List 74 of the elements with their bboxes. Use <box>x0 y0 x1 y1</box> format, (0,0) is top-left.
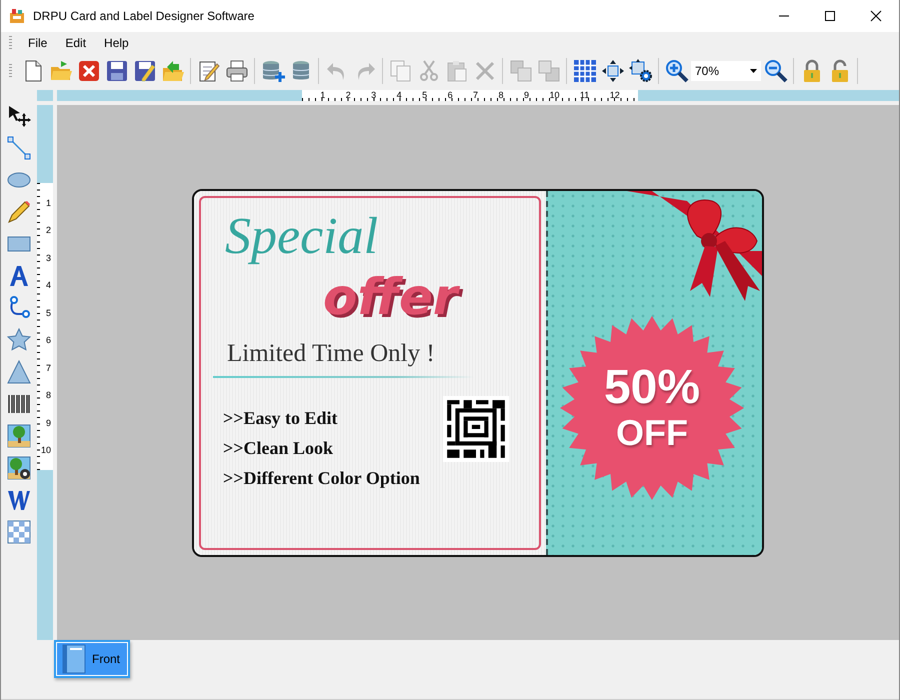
card-headline: Limited Time Only ! <box>227 340 435 368</box>
clipboard-icon <box>444 59 468 83</box>
layers-front-icon <box>508 59 532 83</box>
page-tab[interactable]: Front <box>54 640 130 678</box>
card-title: Special <box>225 206 378 266</box>
image-tool[interactable] <box>5 422 33 449</box>
ruler-number: 8 <box>498 90 504 101</box>
checkerboard-icon <box>7 520 31 544</box>
maximize-icon <box>824 10 836 22</box>
open-folder-icon <box>48 59 72 83</box>
ruler-number: 1 <box>320 90 326 101</box>
ruler-number: 8 <box>46 390 51 400</box>
pencil-tool[interactable] <box>5 198 33 225</box>
ruler-number: 9 <box>46 418 51 428</box>
image-library-tool[interactable] <box>5 454 33 481</box>
triangle-icon <box>7 360 31 384</box>
menu-item[interactable]: Help <box>96 34 137 52</box>
ruler-number: 10 <box>549 90 560 101</box>
close-icon <box>76 59 100 83</box>
ruler-number: 3 <box>371 90 376 101</box>
ruler-number: 5 <box>46 308 51 318</box>
card-subtitle: offer <box>323 268 458 326</box>
floppy-pencil-icon <box>132 59 156 83</box>
database-plus-icon <box>260 59 284 83</box>
ruler-number: 7 <box>46 362 51 373</box>
zoom-out-icon <box>764 59 788 83</box>
ruler-number: 12 <box>610 90 620 101</box>
ruler-number: 4 <box>46 280 51 290</box>
window-title: DRPU Card and Label Designer Software <box>33 9 256 23</box>
close-icon <box>870 10 882 22</box>
line-icon <box>7 136 31 160</box>
layers-back-icon <box>536 59 560 83</box>
star-tool[interactable] <box>5 326 33 353</box>
gear-frame-icon <box>628 59 652 83</box>
ruler-number: 6 <box>448 90 453 101</box>
grid-icon <box>572 59 596 83</box>
pencil-notepad-icon <box>196 59 220 83</box>
ruler-number: 3 <box>46 252 51 263</box>
background-tool[interactable] <box>5 518 33 545</box>
app-icon <box>9 8 25 24</box>
letter-a-icon <box>7 264 31 288</box>
feature-text: >>Easy to Edit <box>223 408 338 428</box>
ruler-number: 6 <box>46 335 51 346</box>
pencil-icon <box>7 200 31 224</box>
zoom-dropdown[interactable]: 70% <box>691 61 761 81</box>
fit-arrows-icon <box>600 59 624 83</box>
tree-picture-icon <box>7 424 31 448</box>
feature-text: >>Clean Look <box>223 438 334 458</box>
ruler-number: 11 <box>580 90 590 101</box>
printer-icon <box>224 59 248 83</box>
ruler-number: 2 <box>46 225 51 236</box>
discount-label: OFF <box>616 412 688 452</box>
ruler-number: 9 <box>524 90 529 101</box>
menu-item[interactable]: File <box>20 34 56 52</box>
ruler-number: 2 <box>346 90 351 101</box>
menu-item[interactable]: Edit <box>57 34 94 52</box>
ruler-number: 1 <box>46 198 51 208</box>
curve-icon <box>7 296 31 320</box>
ruler-corner <box>37 90 53 101</box>
ruler-number: 10 <box>40 445 51 456</box>
ruler-number: 7 <box>473 90 478 101</box>
ruler-number: 5 <box>422 90 428 101</box>
copy-icon <box>388 59 412 83</box>
star-icon <box>7 328 31 352</box>
folder-arrow-icon <box>160 59 184 83</box>
pointer-move-icon <box>7 104 31 128</box>
feature-text: >>Different Color Option <box>223 468 420 488</box>
page-icon <box>62 644 86 674</box>
discount-percent: 50% <box>604 362 700 412</box>
ruler-number: 4 <box>396 90 402 101</box>
triangle-tool[interactable] <box>5 358 33 385</box>
zoom-in-icon <box>664 59 688 83</box>
line-tool[interactable] <box>5 134 33 161</box>
caret-icon <box>750 69 757 73</box>
